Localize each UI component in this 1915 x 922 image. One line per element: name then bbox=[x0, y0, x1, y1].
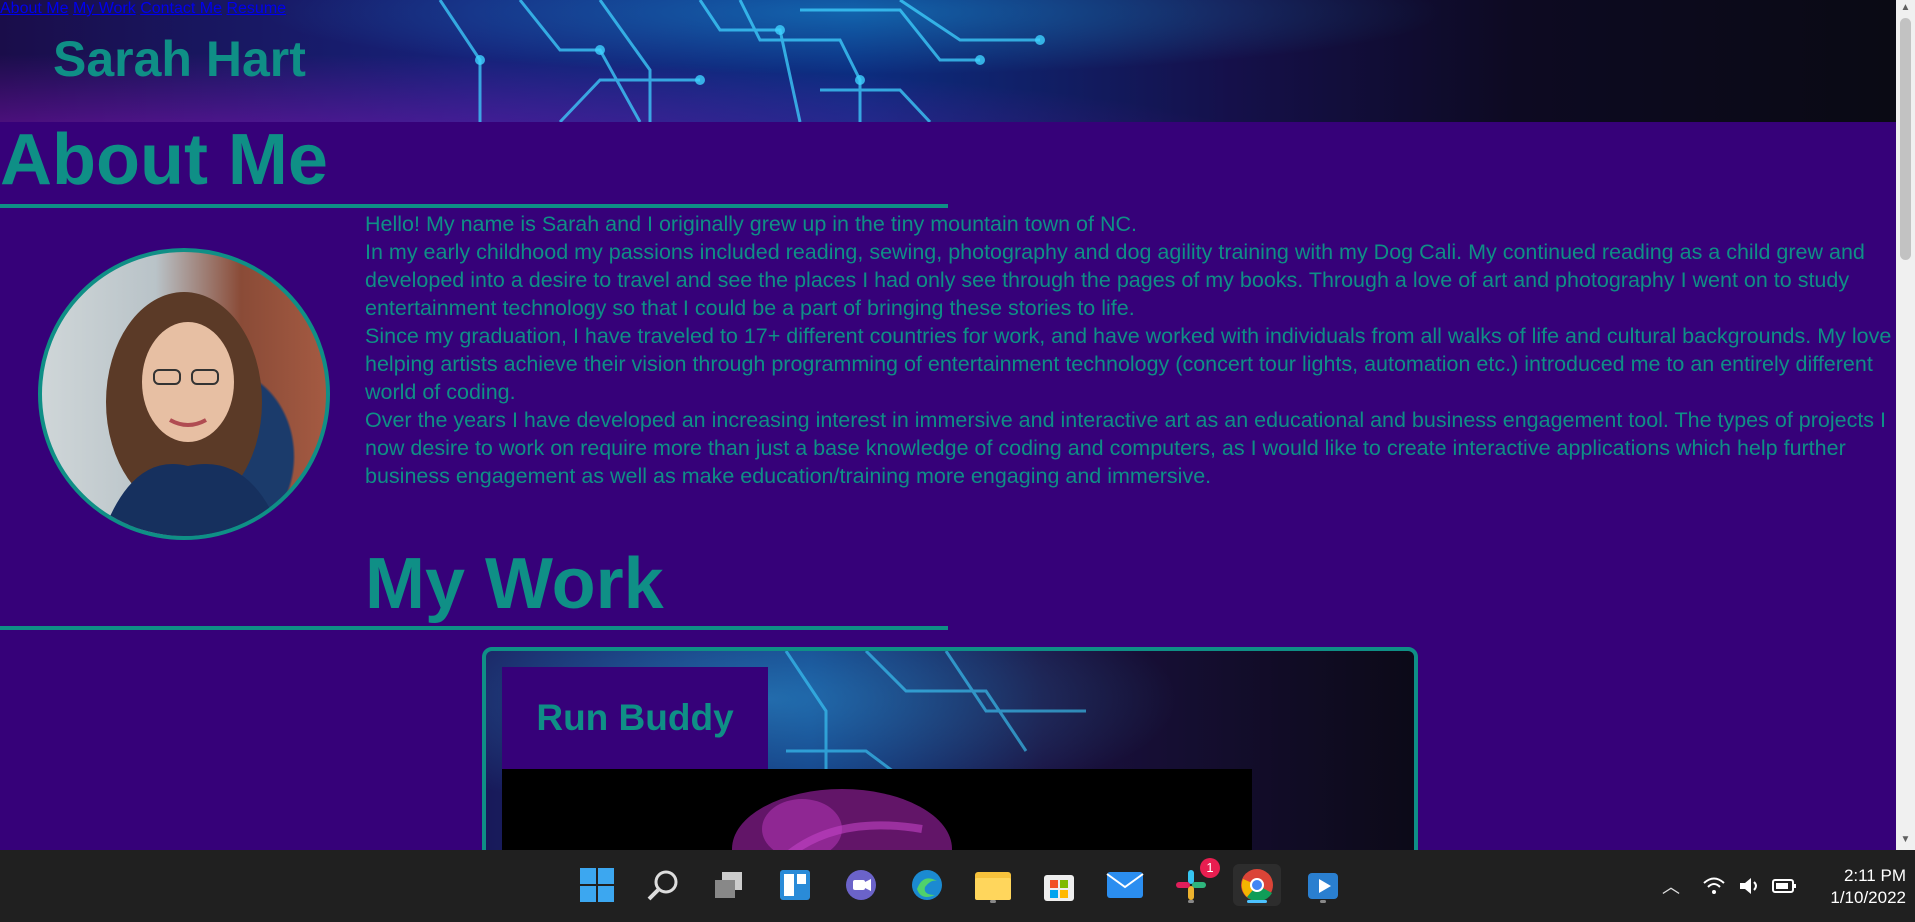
clock-time: 2:11 PM bbox=[1843, 866, 1906, 885]
project-screenshot[interactable] bbox=[502, 769, 1252, 850]
running-indicator bbox=[1188, 900, 1194, 903]
project-label: Run Buddy bbox=[502, 667, 768, 769]
search-icon[interactable] bbox=[642, 864, 684, 906]
windows-start-icon[interactable] bbox=[576, 864, 618, 906]
scroll-up-icon[interactable]: ▲ bbox=[1900, 2, 1911, 14]
battery-icon[interactable] bbox=[1772, 878, 1798, 894]
windows-taskbar: 1 ︿ 2:11 PM 1/10/2022 bbox=[0, 850, 1915, 922]
slack-icon[interactable]: 1 bbox=[1170, 858, 1220, 906]
bio-paragraph: Over the years I have developed an incre… bbox=[365, 408, 1886, 488]
wifi-icon[interactable] bbox=[1702, 876, 1726, 896]
site-brand[interactable]: Sarah Hart bbox=[53, 30, 306, 88]
work-heading: My Work bbox=[365, 544, 664, 624]
active-app-indicator bbox=[1247, 900, 1267, 903]
project-title[interactable]: Run Buddy bbox=[536, 697, 733, 739]
mail-icon[interactable] bbox=[1104, 864, 1146, 906]
scrollbar-thumb[interactable] bbox=[1900, 18, 1911, 260]
widgets-icon[interactable] bbox=[774, 864, 816, 906]
project-card[interactable]: Run Buddy bbox=[482, 647, 1418, 850]
chevron-up-icon[interactable]: ︿ bbox=[1662, 873, 1680, 899]
edge-icon[interactable] bbox=[906, 864, 948, 906]
running-indicator bbox=[990, 900, 996, 903]
media-player-icon[interactable] bbox=[1302, 864, 1344, 906]
task-view-icon[interactable] bbox=[708, 864, 750, 906]
chrome-icon[interactable] bbox=[1233, 864, 1281, 906]
scroll-down-icon[interactable]: ▼ bbox=[1900, 834, 1911, 846]
microsoft-store-icon[interactable] bbox=[1038, 864, 1080, 906]
file-explorer-icon[interactable] bbox=[972, 864, 1014, 906]
webpage: Sarah Hart About Me My Work Contact Me R… bbox=[0, 0, 1896, 850]
running-indicator bbox=[1320, 900, 1326, 903]
notification-badge: 1 bbox=[1200, 858, 1220, 878]
bio-paragraph: Hello! My name is Sarah and I originally… bbox=[365, 212, 1137, 236]
taskbar-clock[interactable]: 2:11 PM 1/10/2022 bbox=[1806, 865, 1906, 909]
clock-date: 1/10/2022 bbox=[1830, 888, 1906, 907]
profile-photo bbox=[38, 248, 330, 540]
teams-chat-icon[interactable] bbox=[840, 864, 882, 906]
site-header: Sarah Hart About Me My Work Contact Me R… bbox=[0, 0, 1896, 122]
about-divider bbox=[0, 204, 948, 208]
about-heading: About Me bbox=[0, 120, 328, 200]
about-bio: Hello! My name is Sarah and I originally… bbox=[365, 210, 1896, 490]
bio-paragraph: Since my graduation, I have traveled to … bbox=[365, 324, 1892, 404]
work-divider bbox=[0, 626, 948, 630]
page-scrollbar[interactable]: ▲ ▼ bbox=[1896, 0, 1915, 850]
volume-icon[interactable] bbox=[1738, 876, 1762, 896]
bio-paragraph: In my early childhood my passions includ… bbox=[365, 240, 1865, 320]
